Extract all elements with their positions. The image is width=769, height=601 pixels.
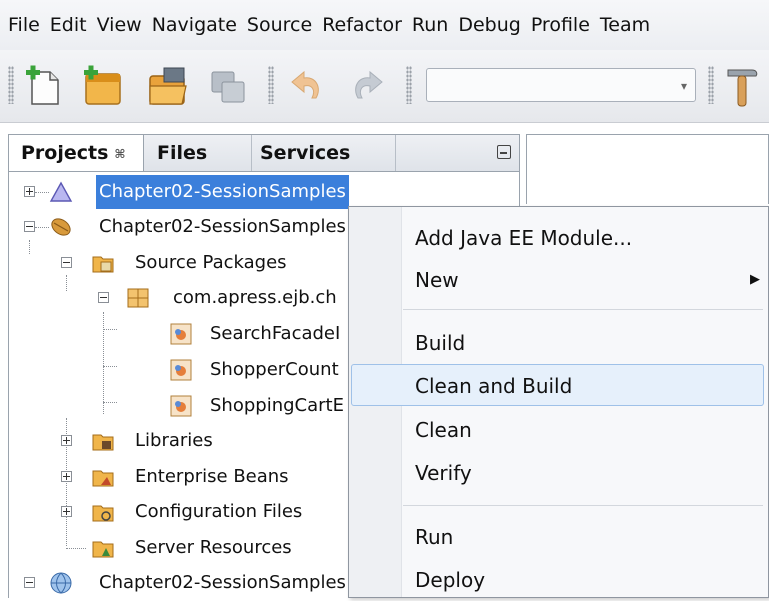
panel-tabs: Projects ⌘ Files Services — [8, 134, 520, 172]
menu-item-clean-and-build[interactable]: Clean and Build — [351, 364, 764, 406]
menu-item-verify[interactable]: Verify — [351, 452, 764, 494]
context-menu: Add Java EE Module... New ▶ Build Clean … — [348, 206, 769, 598]
menu-team[interactable]: Team — [595, 14, 655, 36]
menu-item-clean[interactable]: Clean — [351, 409, 764, 451]
expand-icon[interactable] — [61, 435, 72, 446]
tree-node-label: ShoppingCartE — [210, 395, 344, 416]
expand-icon[interactable] — [61, 471, 72, 482]
menu-item-label: New — [415, 268, 459, 292]
menu-item-deploy[interactable]: Deploy — [351, 559, 764, 601]
config-files-icon — [92, 505, 114, 522]
toolbar-separator — [268, 66, 274, 104]
tree-node-label: Enterprise Beans — [135, 466, 289, 487]
expand-icon[interactable] — [61, 506, 72, 517]
menu-item-label: Verify — [415, 461, 472, 485]
menu-separator — [403, 505, 763, 506]
java-class-icon — [170, 395, 192, 417]
menu-item-label: Run — [415, 525, 454, 549]
menu-item-label: Add Java EE Module... — [415, 226, 633, 250]
server-resources-icon — [92, 541, 114, 558]
menu-source[interactable]: Source — [242, 14, 317, 36]
tree-node-ejb-module[interactable]: Chapter02-SessionSamples — [9, 175, 519, 209]
new-project-icon[interactable] — [80, 64, 124, 108]
menu-item-label: Clean and Build — [415, 374, 573, 398]
menu-item-label: Build — [415, 331, 466, 355]
collapse-icon[interactable] — [24, 577, 35, 588]
tab-files[interactable]: Files — [157, 135, 237, 171]
collapse-icon[interactable] — [98, 292, 109, 303]
libraries-icon — [92, 434, 114, 451]
tree-node-label: Chapter02-SessionSamples — [99, 216, 346, 237]
menu-item-label: Clean — [415, 418, 472, 442]
chevron-down-icon[interactable]: ▾ — [681, 79, 687, 93]
toolbar-separator-3 — [708, 66, 714, 104]
tree-node-label: Source Packages — [135, 252, 287, 273]
toolbar-separator-2 — [406, 66, 412, 104]
close-icon[interactable]: ⌘ — [114, 147, 125, 161]
menu-item-new[interactable]: New ▶ — [351, 259, 764, 301]
java-class-icon — [170, 359, 192, 381]
menu-item-label: Deploy — [415, 568, 486, 592]
menu-item-run[interactable]: Run — [351, 516, 764, 558]
java-class-icon — [170, 323, 192, 345]
open-project-icon[interactable] — [146, 64, 190, 108]
menu-bar: File Edit View Navigate Source Refactor … — [0, 0, 769, 50]
web-module-icon — [50, 572, 72, 594]
tab-projects[interactable]: Projects ⌘ — [9, 135, 144, 171]
tree-node-label: Libraries — [135, 430, 213, 451]
enterprise-app-icon — [51, 218, 71, 236]
minimize-icon[interactable] — [497, 145, 511, 159]
tab-services-label: Services — [260, 142, 351, 164]
tree-node-label: Chapter02-SessionSamples — [99, 572, 346, 593]
package-icon — [127, 288, 149, 308]
menu-view[interactable]: View — [92, 14, 147, 36]
close-project-icon[interactable] — [206, 64, 250, 108]
menu-profile[interactable]: Profile — [526, 14, 595, 36]
toolbar: ▾ — [0, 50, 769, 123]
tree-node-label: Configuration Files — [135, 501, 303, 522]
menu-item-build[interactable]: Build — [351, 322, 764, 364]
collapse-icon[interactable] — [24, 221, 35, 232]
submenu-arrow-icon: ▶ — [750, 272, 760, 287]
enterprise-beans-icon — [92, 470, 114, 487]
tree-node-label: Chapter02-SessionSamples — [96, 175, 349, 209]
ejb-module-icon — [49, 181, 73, 202]
tree-node-label: com.apress.ejb.ch — [173, 287, 337, 308]
tree-node-label: Server Resources — [135, 537, 292, 558]
editor-area — [526, 134, 769, 204]
undo-icon[interactable] — [284, 64, 328, 108]
tab-projects-label: Projects — [21, 142, 109, 164]
tab-files-label: Files — [157, 142, 208, 164]
configuration-combo[interactable]: ▾ — [426, 68, 696, 102]
build-hammer-icon[interactable] — [722, 64, 762, 108]
menu-refactor[interactable]: Refactor — [317, 14, 407, 36]
source-packages-icon — [92, 256, 114, 273]
menu-file[interactable]: File — [0, 14, 45, 36]
tree-node-label: ShopperCount — [210, 359, 339, 380]
menu-edit[interactable]: Edit — [45, 14, 92, 36]
redo-icon[interactable] — [346, 64, 390, 108]
menu-run[interactable]: Run — [407, 14, 453, 36]
tab-services[interactable]: Services — [251, 135, 404, 171]
menu-debug[interactable]: Debug — [453, 14, 525, 36]
collapse-icon[interactable] — [61, 257, 72, 268]
toolbar-grip[interactable] — [8, 66, 14, 104]
tree-node-label: SearchFacadeI — [210, 323, 341, 344]
menu-navigate[interactable]: Navigate — [147, 14, 242, 36]
new-file-icon[interactable] — [22, 64, 66, 108]
expand-icon[interactable] — [24, 186, 35, 197]
menu-item-add-java-ee-module[interactable]: Add Java EE Module... — [351, 217, 764, 259]
menu-separator — [403, 309, 763, 310]
